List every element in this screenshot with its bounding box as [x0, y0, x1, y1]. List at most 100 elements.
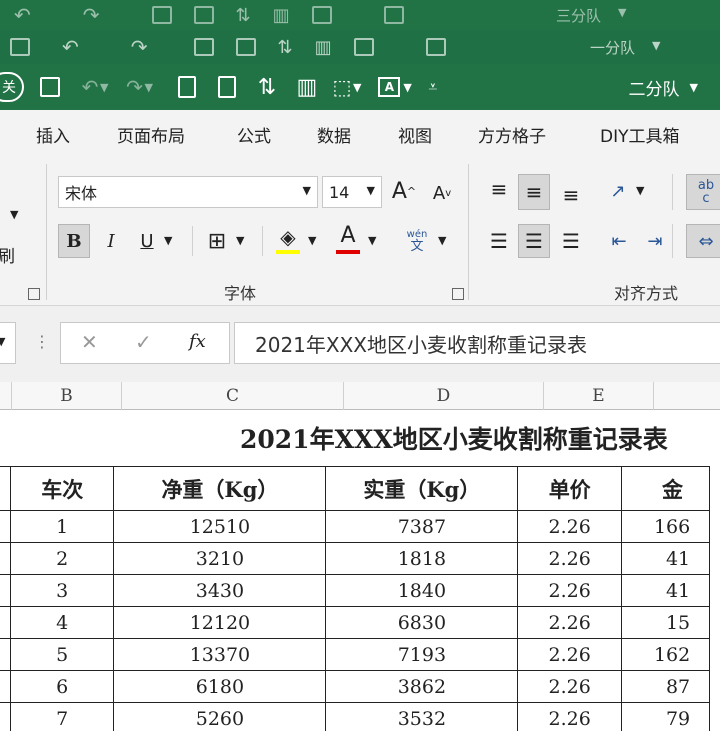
autosave-toggle[interactable]: 关: [0, 72, 24, 102]
header-net-weight[interactable]: 净重（Kg）: [113, 466, 327, 511]
column-header-c[interactable]: C: [122, 382, 344, 410]
tab-page-layout[interactable]: 页面布局: [117, 122, 185, 147]
name-box[interactable]: ▼: [0, 322, 16, 364]
cell-trip[interactable]: 7: [9, 702, 115, 731]
cell-actual[interactable]: 6830: [325, 606, 519, 639]
cell-net[interactable]: 3430: [113, 574, 327, 607]
cell-actual[interactable]: 1840: [325, 574, 519, 607]
increase-font-size-button[interactable]: A ^: [390, 174, 418, 208]
chevron-down-icon[interactable]: ▼: [636, 184, 644, 197]
header-trip[interactable]: 车次: [9, 466, 115, 511]
orientation-button[interactable]: ↗: [604, 176, 632, 206]
cell-trip[interactable]: 3: [9, 574, 115, 607]
align-top-button[interactable]: ≡: [484, 174, 514, 204]
header-amount[interactable]: 金: [620, 466, 711, 511]
cell-amount[interactable]: 79: [620, 702, 711, 731]
cell-actual[interactable]: 7193: [325, 638, 519, 671]
cancel-button[interactable]: ✕: [81, 330, 98, 354]
column-header-e[interactable]: E: [544, 382, 654, 410]
table-cell[interactable]: [0, 510, 11, 543]
table-cell[interactable]: [0, 606, 11, 639]
table-cell[interactable]: [0, 702, 11, 731]
cell-trip[interactable]: 2: [9, 542, 115, 575]
wrap-text-button[interactable]: ab c: [686, 174, 720, 210]
bold-button[interactable]: B: [58, 224, 90, 258]
tab-diy-toolbox[interactable]: DIY工具箱: [600, 122, 680, 147]
font-size-select[interactable]: 14 ▼: [322, 176, 382, 208]
text-box-button[interactable]: A: [373, 64, 405, 110]
formula-input[interactable]: 2021年XXX地区小麦收割称重记录表: [234, 322, 720, 364]
table-cell[interactable]: [0, 542, 11, 575]
tab-formulas[interactable]: 公式: [237, 122, 271, 147]
format-painter-label[interactable]: 刷: [0, 242, 15, 267]
tab-insert[interactable]: 插入: [36, 122, 70, 147]
cell-net[interactable]: 6180: [113, 670, 327, 703]
decrease-font-size-button[interactable]: Av: [428, 176, 456, 210]
chevron-down-icon[interactable]: ▼: [308, 234, 316, 247]
column-header-a[interactable]: [0, 382, 12, 410]
cell-net[interactable]: 3210: [113, 542, 327, 575]
borders-button[interactable]: ⊞: [202, 224, 232, 258]
header-actual-weight[interactable]: 实重（Kg）: [325, 466, 519, 511]
cell-amount[interactable]: 166: [620, 510, 711, 543]
tab-fangfang-grid[interactable]: 方方格子: [478, 122, 546, 147]
header-unit-price[interactable]: 单价: [517, 466, 622, 511]
table-cell[interactable]: [0, 466, 11, 511]
dialog-launcher-icon[interactable]: [28, 288, 40, 300]
chevron-down-icon[interactable]: ▼: [10, 208, 18, 221]
dialog-launcher-icon[interactable]: [452, 288, 464, 300]
cell-amount[interactable]: 41: [620, 542, 711, 575]
chart-button[interactable]: ▥: [287, 64, 327, 110]
phonetic-guide-button[interactable]: wén 文: [402, 224, 432, 258]
cell-net[interactable]: 13370: [113, 638, 327, 671]
cell-price[interactable]: 2.26: [517, 702, 622, 731]
chevron-down-icon[interactable]: ▼: [144, 81, 152, 94]
table-cell[interactable]: [0, 638, 11, 671]
cell-net[interactable]: 5260: [113, 702, 327, 731]
align-right-button[interactable]: ☰: [556, 224, 586, 258]
cell-price[interactable]: 2.26: [517, 670, 622, 703]
chevron-down-icon[interactable]: ▼: [438, 234, 446, 247]
cell-trip[interactable]: 1: [9, 510, 115, 543]
chevron-down-icon[interactable]: ▼: [100, 81, 108, 94]
cell-trip[interactable]: 6: [9, 670, 115, 703]
cell-price[interactable]: 2.26: [517, 574, 622, 607]
cell-trip[interactable]: 5: [9, 638, 115, 671]
underline-button[interactable]: U: [132, 224, 162, 258]
chevron-down-icon[interactable]: ▼: [403, 81, 411, 94]
column-header-b[interactable]: B: [12, 382, 122, 410]
chevron-down-icon[interactable]: ▼: [236, 234, 244, 247]
italic-button[interactable]: I: [96, 224, 126, 258]
tab-view[interactable]: 视图: [398, 122, 432, 147]
column-header-d[interactable]: D: [344, 382, 544, 410]
cell-amount[interactable]: 87: [620, 670, 711, 703]
cell-amount[interactable]: 15: [620, 606, 711, 639]
copy-format-button[interactable]: [167, 64, 207, 110]
cell-actual[interactable]: 7387: [325, 510, 519, 543]
table-cell[interactable]: [0, 670, 11, 703]
decrease-indent-button[interactable]: ⇤: [604, 224, 634, 258]
cell-price[interactable]: 2.26: [517, 542, 622, 575]
cell-actual[interactable]: 3862: [325, 670, 519, 703]
align-bottom-button[interactable]: ≡: [556, 180, 586, 210]
font-color-button[interactable]: A: [334, 220, 362, 250]
cell-actual[interactable]: 3532: [325, 702, 519, 731]
sheet-title-cell[interactable]: 2021年XXX地区小麦收割称重记录表: [0, 410, 720, 466]
cell-trip[interactable]: 4: [9, 606, 115, 639]
new-file-button[interactable]: [207, 64, 247, 110]
user-account[interactable]: 二分队 ▼: [629, 64, 698, 110]
cell-net[interactable]: 12120: [113, 606, 327, 639]
save-button[interactable]: [30, 64, 70, 110]
cell-amount[interactable]: 162: [620, 638, 711, 671]
cell-net[interactable]: 12510: [113, 510, 327, 543]
cell-price[interactable]: 2.26: [517, 606, 622, 639]
increase-indent-button[interactable]: ⇥: [640, 224, 670, 258]
chevron-down-icon[interactable]: ▼: [368, 234, 376, 247]
cell-price[interactable]: 2.26: [517, 510, 622, 543]
fill-color-button[interactable]: ◈: [274, 222, 302, 252]
column-header-f[interactable]: [654, 382, 720, 410]
table-cell[interactable]: [0, 574, 11, 607]
enter-button[interactable]: ✓: [135, 330, 152, 354]
tab-data[interactable]: 数据: [317, 122, 351, 147]
cell-actual[interactable]: 1818: [325, 542, 519, 575]
